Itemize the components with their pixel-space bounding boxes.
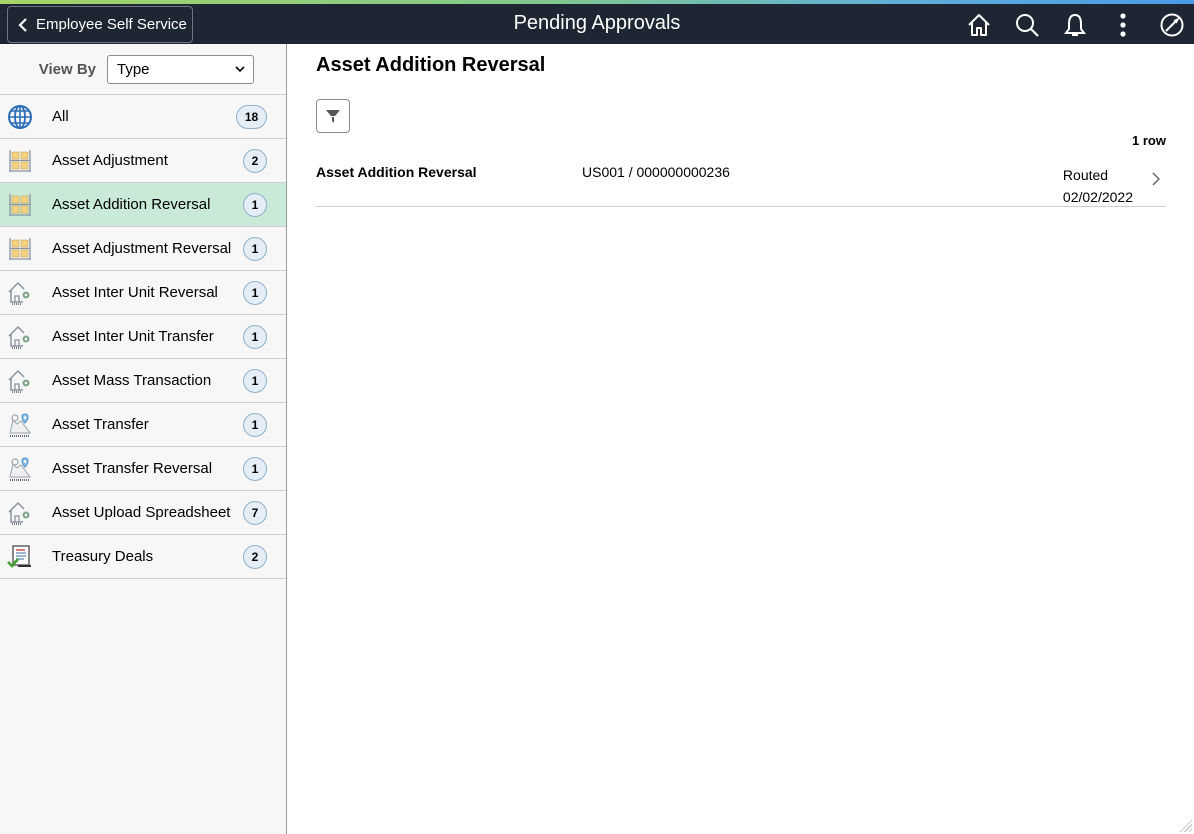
actions-menu-button[interactable] xyxy=(1108,10,1138,40)
sidebar-item-label: Asset Inter Unit Transfer xyxy=(52,328,214,345)
sidebar-item-asset-transfer-reversal[interactable]: Asset Transfer Reversal 1 xyxy=(0,447,286,491)
actions-menu-icon xyxy=(1120,13,1126,37)
sidebar-item-asset-inter-unit-transfer[interactable]: Asset Inter Unit Transfer 1 xyxy=(0,315,286,359)
home-icon xyxy=(968,14,990,36)
house-gear-icon xyxy=(7,500,33,526)
sidebar-item-label: All xyxy=(52,108,69,125)
chevron-down-icon xyxy=(235,65,245,72)
sidebar-item-asset-transfer[interactable]: Asset Transfer 1 xyxy=(0,403,286,447)
sidebar-item-label: Asset Addition Reversal xyxy=(52,196,211,213)
navbar-button[interactable] xyxy=(1157,10,1187,40)
home-button[interactable] xyxy=(964,10,994,40)
sidebar-item-asset-mass-transaction[interactable]: Asset Mass Transaction 1 xyxy=(0,359,286,403)
notifications-button[interactable] xyxy=(1060,10,1090,40)
sidebar-item-asset-inter-unit-reversal[interactable]: Asset Inter Unit Reversal 1 xyxy=(0,271,286,315)
count-badge: 2 xyxy=(243,544,267,569)
view-by-label: View By xyxy=(38,60,96,78)
count-badge: 1 xyxy=(243,192,267,217)
sidebar-item-label: Asset Inter Unit Reversal xyxy=(52,284,218,301)
sidebar: View By Type All 18 Asset Adjustment 2 Asset… xyxy=(0,44,287,834)
sidebar-item-label: Asset Adjustment xyxy=(52,152,168,169)
section-title: Asset Addition Reversal xyxy=(316,54,546,76)
count-badge: 18 xyxy=(236,104,267,129)
count-badge: 1 xyxy=(243,280,267,305)
back-button[interactable]: Employee Self Service xyxy=(7,6,193,43)
sidebar-item-asset-upload-spreadsheet[interactable]: Asset Upload Spreadsheet 7 xyxy=(0,491,286,535)
view-by-value: Type xyxy=(117,60,150,78)
type-list: All 18 Asset Adjustment 2 Asset Addition Rev… xyxy=(0,95,286,579)
navbar-compass-icon xyxy=(1160,13,1184,37)
sidebar-item-asset-addition-reversal[interactable]: Asset Addition Reversal 1 xyxy=(0,183,286,227)
count-badge: 7 xyxy=(243,500,267,525)
view-by-bar: View By Type xyxy=(0,44,286,95)
view-by-select[interactable]: Type xyxy=(107,54,254,84)
filter-button[interactable] xyxy=(316,99,350,133)
house-gear-icon xyxy=(7,280,33,306)
house-gear-icon xyxy=(7,368,33,394)
sidebar-item-label: Asset Transfer xyxy=(52,416,149,433)
count-badge: 1 xyxy=(243,368,267,393)
search-button[interactable] xyxy=(1012,10,1042,40)
row-date: 02/02/2022 xyxy=(1062,189,1133,205)
sidebar-item-treasury-deals[interactable]: Treasury Deals 2 xyxy=(0,535,286,579)
count-badge: 1 xyxy=(243,456,267,481)
app-header: Employee Self Service Pending Approvals xyxy=(0,4,1194,44)
warehouse-shelf-icon xyxy=(7,192,33,218)
row-status: Routed xyxy=(1062,167,1109,183)
document-check-icon xyxy=(7,544,33,570)
sidebar-item-label: Treasury Deals xyxy=(52,548,154,565)
sidebar-item-asset-adjustment[interactable]: Asset Adjustment 2 xyxy=(0,139,286,183)
chevron-left-icon xyxy=(18,17,27,32)
sidebar-item-label: Asset Transfer Reversal xyxy=(52,460,213,477)
search-icon xyxy=(1016,14,1039,37)
row-type: Asset Addition Reversal xyxy=(316,164,477,180)
filter-icon xyxy=(326,110,340,123)
warehouse-shelf-icon xyxy=(7,236,33,262)
main-content: Asset Addition Reversal 1 row Asset Addi… xyxy=(288,44,1194,834)
warehouse-shelf-icon xyxy=(7,148,33,174)
sidebar-item-label: Asset Adjustment Reversal xyxy=(52,240,232,257)
globe-icon xyxy=(7,104,33,130)
row-id: US001 / 000000000236 xyxy=(582,164,730,180)
house-gear-icon xyxy=(7,324,33,350)
approval-row[interactable]: Asset Addition Reversal US001 / 00000000… xyxy=(316,152,1166,207)
count-badge: 2 xyxy=(243,148,267,173)
row-status-block: Routed 02/02/2022 xyxy=(1063,164,1133,208)
sidebar-item-label: Asset Mass Transaction xyxy=(52,372,212,389)
sidebar-item-asset-adjustment-reversal[interactable]: Asset Adjustment Reversal 1 xyxy=(0,227,286,271)
chevron-right-icon xyxy=(1152,172,1160,186)
resize-handle[interactable] xyxy=(1178,818,1192,832)
back-button-label: Employee Self Service xyxy=(36,16,187,33)
map-location-icon xyxy=(7,456,33,482)
map-location-icon xyxy=(7,412,33,438)
count-badge: 1 xyxy=(243,412,267,437)
row-count: 1 row xyxy=(1132,133,1166,148)
count-badge: 1 xyxy=(243,324,267,349)
sidebar-item-label: Asset Upload Spreadsheet xyxy=(52,504,231,521)
sidebar-item-all[interactable]: All 18 xyxy=(0,95,286,139)
count-badge: 1 xyxy=(243,236,267,261)
notifications-icon xyxy=(1064,13,1086,36)
